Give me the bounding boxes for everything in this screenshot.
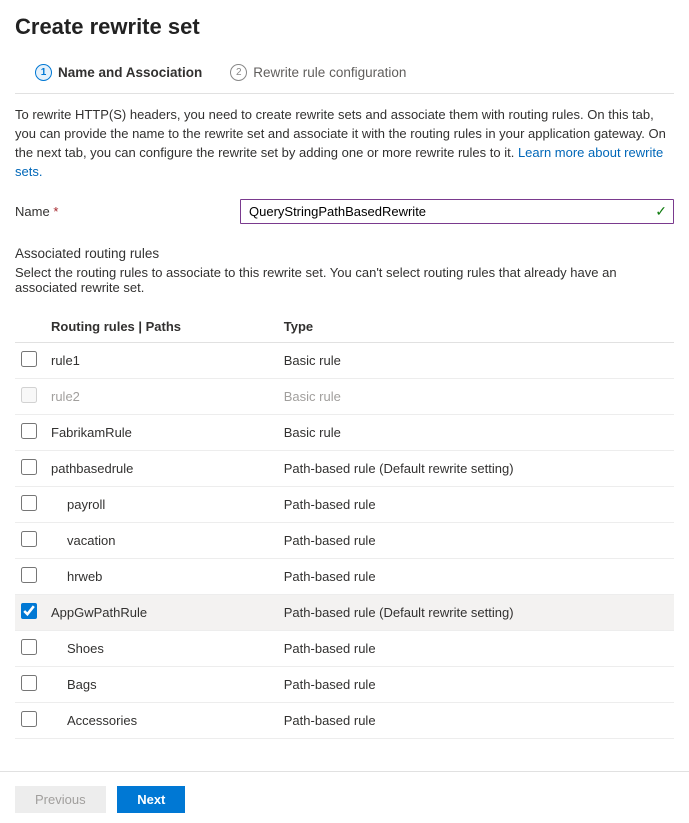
rule-type-cell: Path-based rule xyxy=(278,703,674,739)
rule-type-cell: Path-based rule xyxy=(278,667,674,703)
rule-name-cell: AppGwPathRule xyxy=(45,595,278,631)
rule-name-cell: pathbasedrule xyxy=(45,451,278,487)
table-row: rule2Basic rule xyxy=(15,379,674,415)
tab-name-association[interactable]: 1 Name and Association xyxy=(35,64,202,81)
rule-name-cell: rule2 xyxy=(45,379,278,415)
routing-rules-table: Routing rules | Paths Type rule1Basic ru… xyxy=(15,311,674,739)
name-input[interactable] xyxy=(240,199,674,224)
rule-name-cell: Accessories xyxy=(45,703,278,739)
rule-name-cell: Shoes xyxy=(45,631,278,667)
rule-name-cell: payroll xyxy=(45,487,278,523)
table-row: vacationPath-based rule xyxy=(15,523,674,559)
intro-text: To rewrite HTTP(S) headers, you need to … xyxy=(15,106,674,181)
rule-name-cell: FabrikamRule xyxy=(45,415,278,451)
next-button[interactable]: Next xyxy=(117,786,185,813)
table-row: pathbasedrulePath-based rule (Default re… xyxy=(15,451,674,487)
rule-type-cell: Basic rule xyxy=(278,379,674,415)
page-title: Create rewrite set xyxy=(15,14,674,40)
rule-name-cell: vacation xyxy=(45,523,278,559)
row-checkbox[interactable] xyxy=(21,567,37,583)
footer-buttons: Previous Next xyxy=(15,786,674,813)
required-mark: * xyxy=(53,204,58,219)
table-row: AppGwPathRulePath-based rule (Default re… xyxy=(15,595,674,631)
valid-check-icon: ✓ xyxy=(655,203,667,220)
table-row: payrollPath-based rule xyxy=(15,487,674,523)
table-row: rule1Basic rule xyxy=(15,343,674,379)
col-routing-rules: Routing rules | Paths xyxy=(45,311,278,343)
tab-label: Rewrite rule configuration xyxy=(253,65,406,80)
rule-type-cell: Path-based rule (Default rewrite setting… xyxy=(278,451,674,487)
tab-label: Name and Association xyxy=(58,65,202,80)
associated-rules-desc: Select the routing rules to associate to… xyxy=(15,265,674,295)
rule-type-cell: Path-based rule xyxy=(278,487,674,523)
table-row: FabrikamRuleBasic rule xyxy=(15,415,674,451)
row-checkbox xyxy=(21,387,37,403)
rule-name-cell: hrweb xyxy=(45,559,278,595)
rule-type-cell: Path-based rule (Default rewrite setting… xyxy=(278,595,674,631)
row-checkbox[interactable] xyxy=(21,711,37,727)
rule-type-cell: Basic rule xyxy=(278,343,674,379)
rule-type-cell: Path-based rule xyxy=(278,523,674,559)
previous-button[interactable]: Previous xyxy=(15,786,106,813)
table-row: ShoesPath-based rule xyxy=(15,631,674,667)
rule-name-cell: rule1 xyxy=(45,343,278,379)
row-checkbox[interactable] xyxy=(21,459,37,475)
table-row: AccessoriesPath-based rule xyxy=(15,703,674,739)
row-checkbox[interactable] xyxy=(21,639,37,655)
tab-step-number: 2 xyxy=(230,64,247,81)
rule-type-cell: Basic rule xyxy=(278,415,674,451)
row-checkbox[interactable] xyxy=(21,603,37,619)
col-checkbox xyxy=(15,311,45,343)
rule-type-cell: Path-based rule xyxy=(278,559,674,595)
footer-separator xyxy=(0,771,689,772)
tab-step-number: 1 xyxy=(35,64,52,81)
name-label: Name * xyxy=(15,204,240,219)
tab-rewrite-rule-config[interactable]: 2 Rewrite rule configuration xyxy=(230,64,406,81)
rule-type-cell: Path-based rule xyxy=(278,631,674,667)
row-checkbox[interactable] xyxy=(21,423,37,439)
row-checkbox[interactable] xyxy=(21,675,37,691)
col-type: Type xyxy=(278,311,674,343)
rule-name-cell: Bags xyxy=(45,667,278,703)
row-checkbox[interactable] xyxy=(21,351,37,367)
row-checkbox[interactable] xyxy=(21,531,37,547)
table-row: hrwebPath-based rule xyxy=(15,559,674,595)
wizard-tabs: 1 Name and Association 2 Rewrite rule co… xyxy=(15,58,674,94)
associated-rules-heading: Associated routing rules xyxy=(15,246,674,261)
row-checkbox[interactable] xyxy=(21,495,37,511)
table-row: BagsPath-based rule xyxy=(15,667,674,703)
